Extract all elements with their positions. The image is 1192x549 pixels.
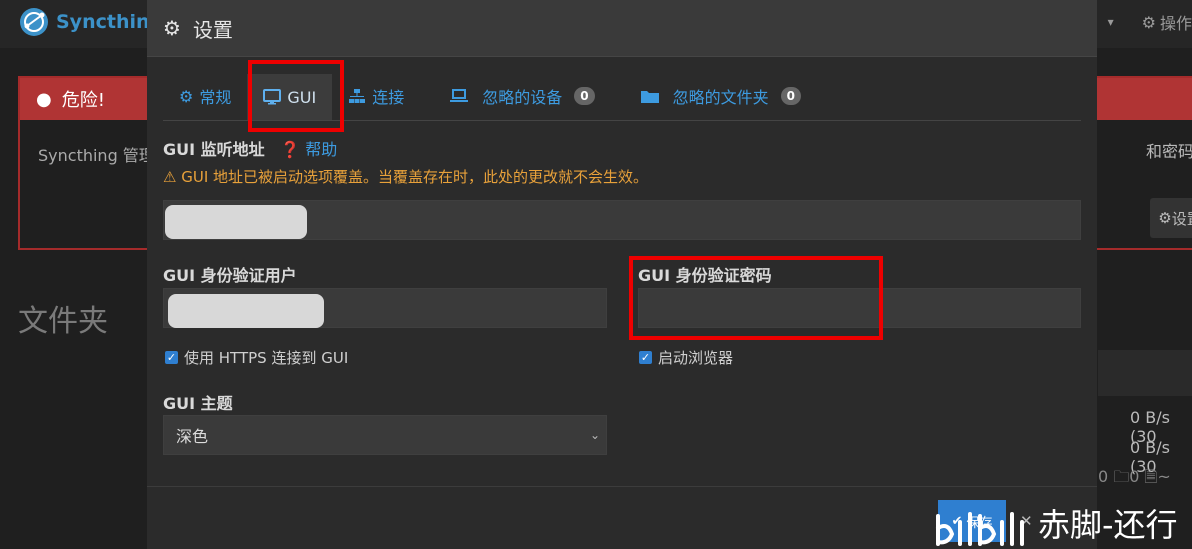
gear-icon: ⚙ bbox=[1141, 12, 1156, 32]
sitemap-icon bbox=[349, 89, 366, 103]
exclamation-icon: ● bbox=[36, 88, 52, 110]
modal-title: 设置 bbox=[192, 17, 233, 42]
laptop-icon bbox=[450, 89, 469, 102]
help-link[interactable]: ❓ 帮助 bbox=[280, 140, 337, 159]
chevron-down-icon[interactable]: ▾ bbox=[1108, 15, 1114, 29]
redacted-area bbox=[168, 294, 324, 328]
browser-checkbox[interactable]: ✓ bbox=[639, 351, 652, 364]
gear-icon: ⚙ bbox=[163, 16, 181, 40]
highlight-box bbox=[248, 60, 344, 132]
brand[interactable]: Syncthing bbox=[18, 6, 163, 38]
danger-settings-label: 设置 bbox=[1171, 209, 1192, 228]
browser-checkbox-row[interactable]: ✓ 启动浏览器 bbox=[639, 347, 733, 368]
chevron-down-icon: ⌄ bbox=[589, 428, 600, 442]
folder-counts: 0 🗀0 🗎~ bbox=[1098, 467, 1171, 486]
tab-label: 忽略的文件夹 bbox=[672, 88, 769, 107]
warning-icon: ⚠ bbox=[163, 168, 177, 186]
device-table-header bbox=[1098, 350, 1192, 396]
tab-label: 常规 bbox=[199, 88, 232, 107]
https-checkbox-row[interactable]: ✓ 使用 HTTPS 连接到 GUI bbox=[165, 347, 348, 368]
redacted-area bbox=[165, 205, 307, 239]
question-circle-icon: ❓ bbox=[280, 140, 301, 159]
tab-ignored-folders[interactable]: 忽略的文件夹 0 bbox=[625, 73, 817, 119]
https-checkbox-label: 使用 HTTPS 连接到 GUI bbox=[184, 349, 349, 367]
https-checkbox[interactable]: ✓ bbox=[165, 351, 178, 364]
tab-label: 忽略的设备 bbox=[482, 88, 563, 107]
danger-body-text-right: 和密码。 bbox=[1145, 142, 1192, 161]
tab-general[interactable]: ⚙ 常规 bbox=[163, 73, 247, 119]
folders-title: 文件夹 bbox=[18, 304, 108, 339]
top-right-menu: ▾ ⚙ 操作 bbox=[1108, 10, 1192, 34]
tab-connections[interactable]: 连接 bbox=[332, 73, 420, 119]
folder-icon bbox=[640, 91, 659, 103]
auth-user-label: GUI 身份验证用户 bbox=[163, 266, 297, 285]
count-badge: 0 bbox=[574, 87, 595, 105]
override-warning: ⚠ GUI 地址已被启动选项覆盖。当覆盖存在时，此处的更改就不会生效。 bbox=[163, 166, 648, 187]
gui-address-label: GUI 监听地址 ❓ 帮助 bbox=[163, 136, 337, 160]
modal-header: ⚙ 设置 bbox=[147, 0, 1097, 57]
gear-icon: ⚙ bbox=[179, 86, 194, 106]
help-link-text: 帮助 bbox=[305, 140, 338, 159]
tab-ignored-devices[interactable]: 忽略的设备 0 bbox=[434, 73, 610, 119]
danger-title: 危险! bbox=[61, 90, 105, 111]
watermark-text: 赤脚-还行 bbox=[1038, 506, 1178, 544]
danger-settings-button[interactable]: ⚙ 设置 bbox=[1150, 198, 1192, 238]
override-warning-text: GUI 地址已被启动选项覆盖。当覆盖存在时，此处的更改就不会生效。 bbox=[181, 168, 649, 186]
theme-label: GUI 主题 bbox=[163, 394, 233, 413]
syncthing-logo-icon bbox=[20, 8, 48, 36]
gear-icon: ⚙ bbox=[1158, 209, 1172, 227]
bilibili-logo-icon bbox=[936, 512, 1024, 546]
theme-select[interactable]: 深色 ⌄ bbox=[163, 415, 607, 455]
theme-select-value: 深色 bbox=[176, 427, 209, 446]
gui-address-label-text: GUI 监听地址 bbox=[163, 140, 265, 159]
count-badge: 0 bbox=[780, 87, 801, 105]
tab-label: 连接 bbox=[372, 88, 405, 107]
highlight-box bbox=[629, 256, 883, 340]
browser-checkbox-label: 启动浏览器 bbox=[658, 349, 734, 367]
actions-label: 操作 bbox=[1159, 14, 1192, 33]
actions-menu[interactable]: ⚙ 操作 bbox=[1142, 10, 1192, 34]
